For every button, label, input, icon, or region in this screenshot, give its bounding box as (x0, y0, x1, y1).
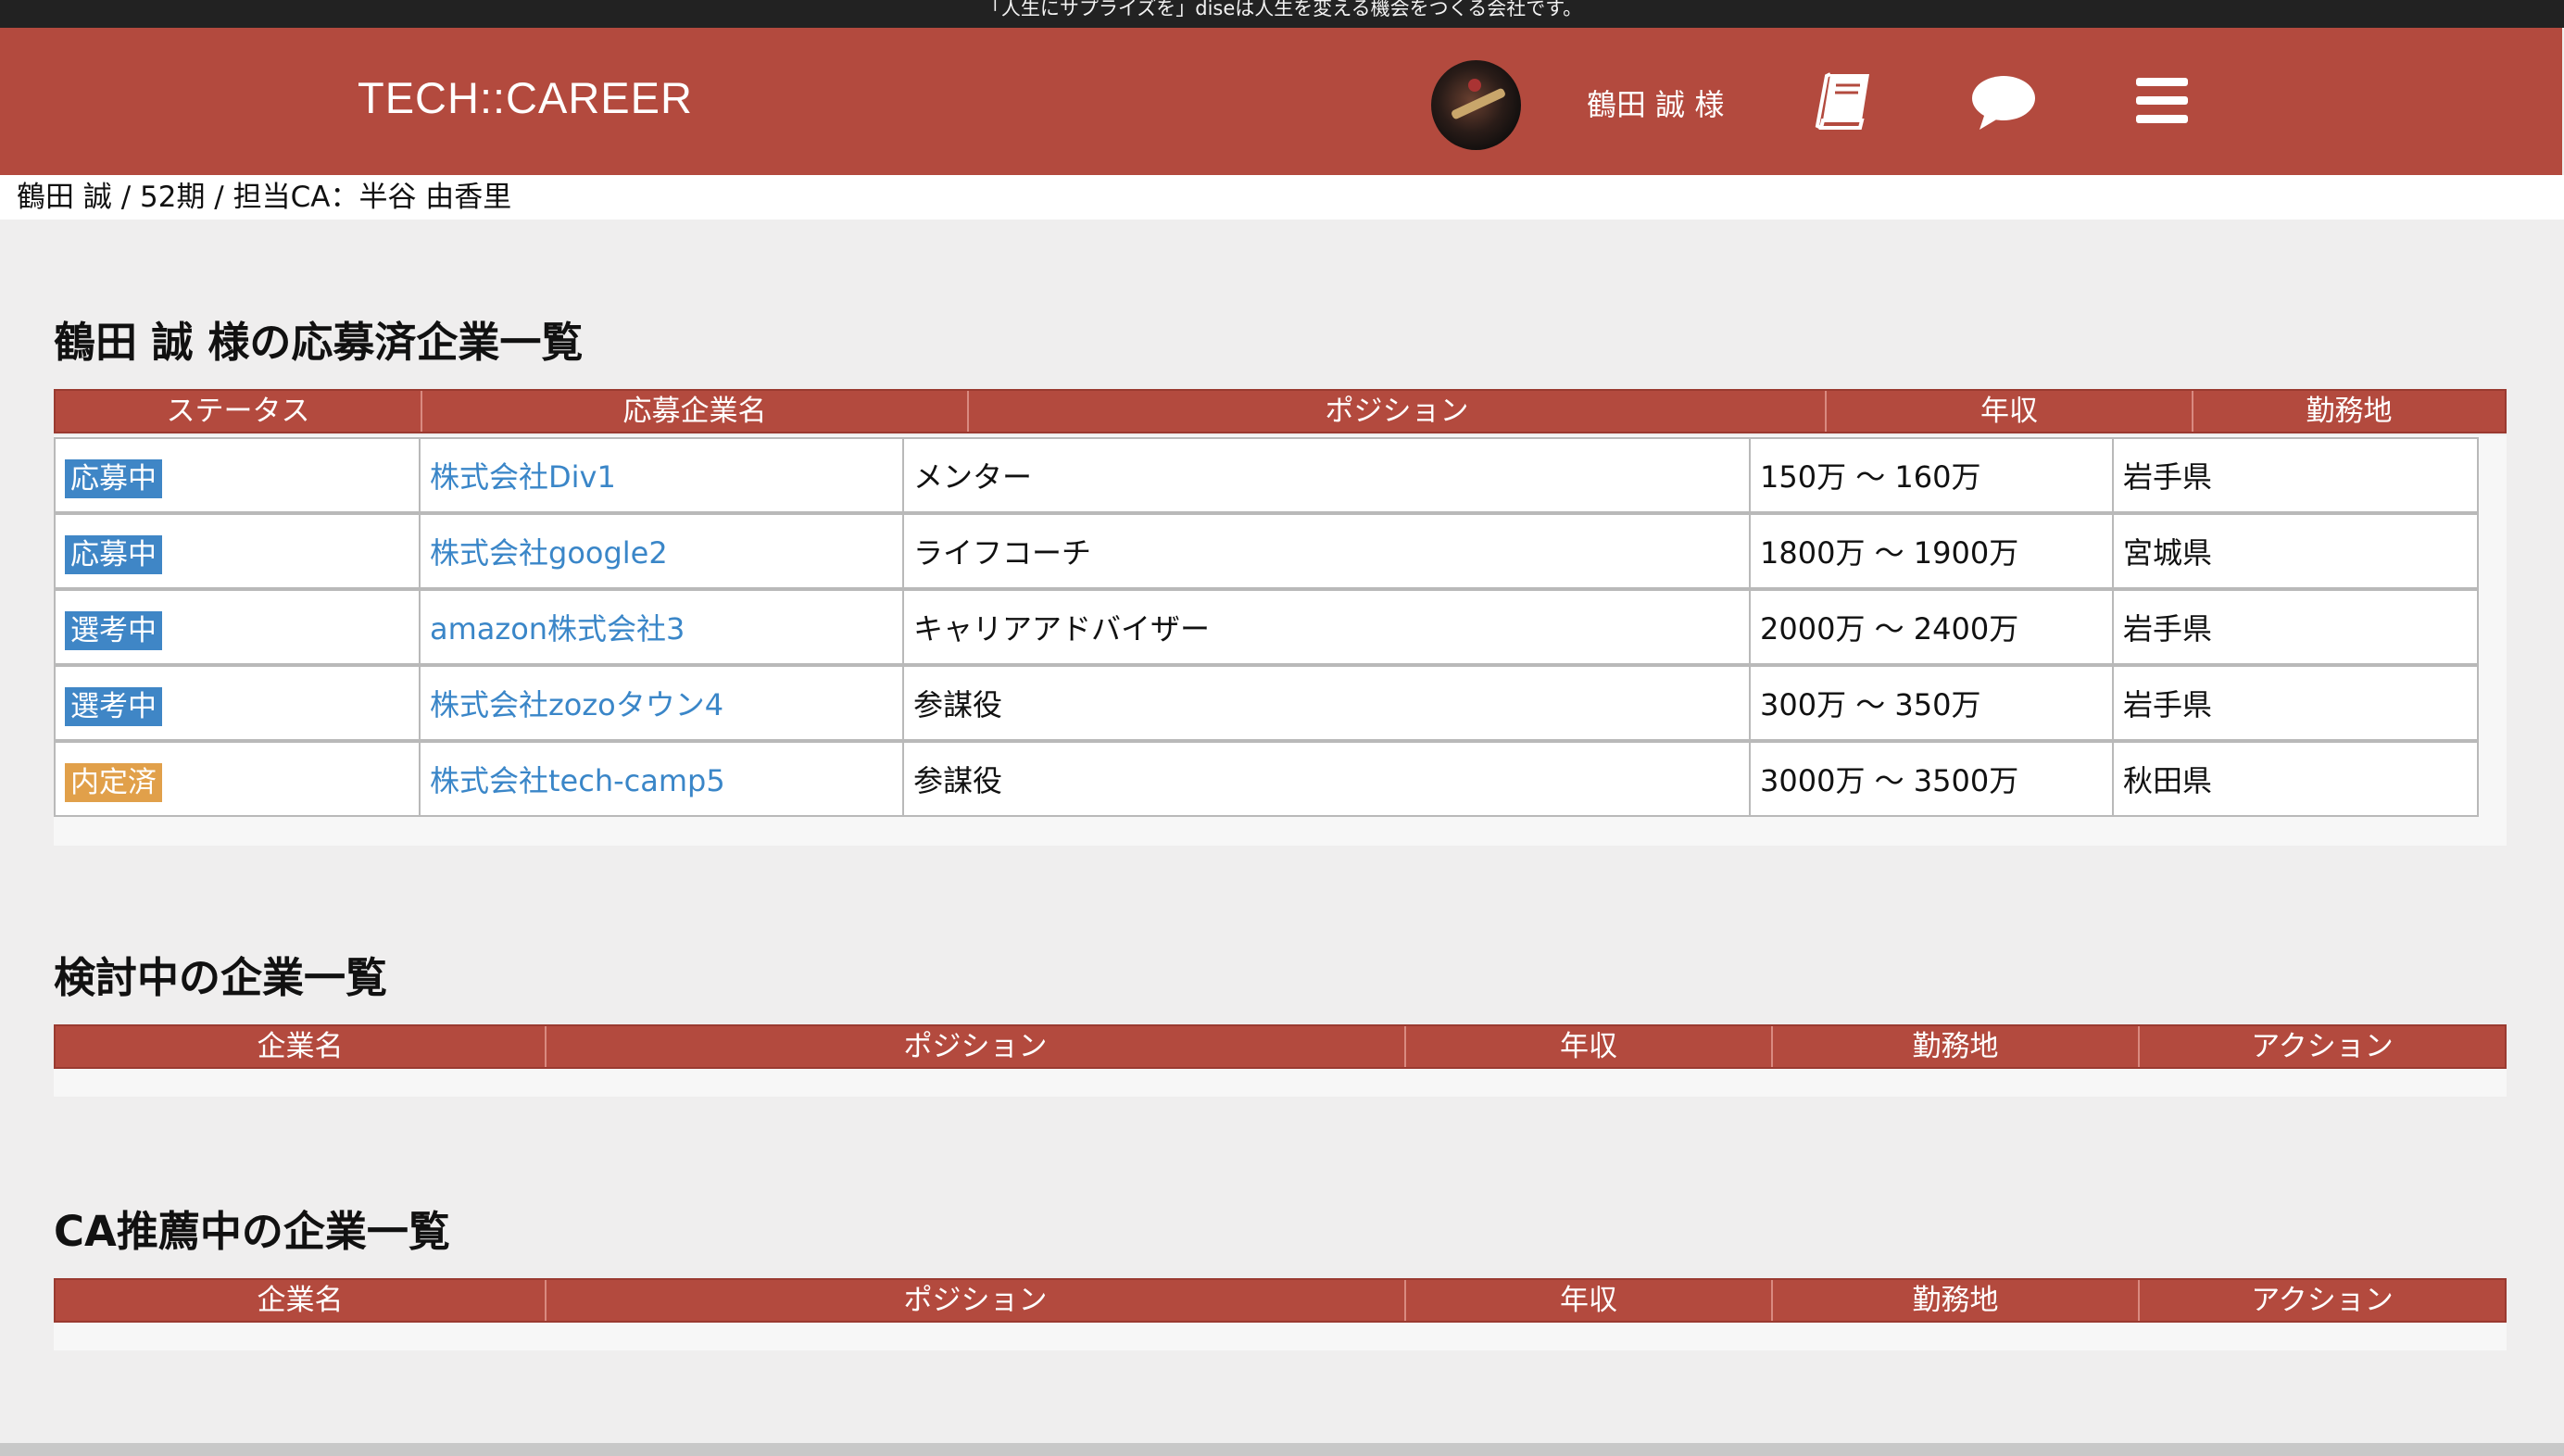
salary-cell: 2000万 〜 2400万 (1749, 589, 2114, 665)
applied-table-header: ステータス 応募企業名 ポジション 年収 勤務地 (54, 389, 2507, 433)
company-cell: 株式会社zozoタウン4 (419, 665, 904, 741)
salary-cell: 3000万 〜 3500万 (1749, 741, 2114, 817)
status-badge: 選考中 (65, 687, 162, 726)
status-badge: 応募中 (65, 459, 162, 498)
column-header-position: ポジション (547, 1026, 1406, 1067)
position-cell: ライフコーチ (902, 513, 1751, 589)
considering-table-body (54, 1069, 2507, 1097)
site-header: TECH::CAREER 鶴田 誠 様 (0, 28, 2562, 175)
company-link[interactable]: 株式会社tech-camp5 (430, 763, 725, 798)
site-logo[interactable]: TECH::CAREER (358, 72, 693, 123)
status-badge: 応募中 (65, 535, 162, 574)
status-cell: 応募中 (54, 513, 421, 589)
table-row: 応募中 株式会社Div1 メンター 150万 〜 160万 岩手県 (54, 437, 2479, 513)
user-info-bar: 鶴田 誠 / 52期 / 担当CA：半谷 由香里 (0, 175, 2564, 220)
table-row: 選考中 株式会社zozoタウン4 参謀役 300万 〜 350万 岩手県 (54, 665, 2479, 741)
company-link[interactable]: amazon株式会社3 (430, 611, 685, 646)
location-cell: 秋田県 (2112, 741, 2479, 817)
location-cell: 岩手県 (2112, 665, 2479, 741)
recommended-section-title: CA推薦中の企業一覧 (54, 1207, 450, 1256)
considering-table-header: 企業名 ポジション 年収 勤務地 アクション (54, 1024, 2507, 1069)
column-header-company: 企業名 (56, 1026, 547, 1067)
status-badge: 選考中 (65, 611, 162, 650)
company-cell: amazon株式会社3 (419, 589, 904, 665)
position-cell: 参謀役 (902, 665, 1751, 741)
column-header-location: 勤務地 (1773, 1026, 2140, 1067)
company-link[interactable]: 株式会社zozoタウン4 (430, 687, 723, 722)
column-header-position: ポジション (547, 1280, 1406, 1321)
column-header-position: ポジション (969, 391, 1827, 432)
column-header-location: 勤務地 (2306, 395, 2393, 428)
column-header-salary: 年収 (1406, 1280, 1773, 1321)
column-header-salary: 年収 (1827, 391, 2193, 432)
table-row: 応募中 株式会社google2 ライフコーチ 1800万 〜 1900万 宮城県 (54, 513, 2479, 589)
applied-section-title: 鶴田 誠 様の応募済企業一覧 (54, 318, 584, 367)
position-cell: 参謀役 (902, 741, 1751, 817)
chat-icon[interactable] (1967, 65, 2041, 139)
salary-cell: 150万 〜 160万 (1749, 437, 2114, 513)
column-header-company: 応募企業名 (422, 391, 969, 432)
company-cell: 株式会社tech-camp5 (419, 741, 904, 817)
location-cell: 岩手県 (2112, 437, 2479, 513)
announcement-text: 「人生にサプライズを」diseは人生を変える機会をつくる会社です。 (981, 0, 1583, 19)
book-icon[interactable] (1808, 65, 1882, 139)
horizontal-scrollbar[interactable] (0, 1443, 2564, 1456)
status-cell: 選考中 (54, 589, 421, 665)
menu-icon[interactable] (2125, 65, 2199, 139)
table-row: 内定済 株式会社tech-camp5 参謀役 3000万 〜 3500万 秋田県 (54, 741, 2479, 817)
column-header-action: アクション (2251, 1284, 2394, 1317)
user-info-text: 鶴田 誠 / 52期 / 担当CA：半谷 由香里 (17, 181, 512, 214)
company-cell: 株式会社Div1 (419, 437, 904, 513)
company-link[interactable]: 株式会社Div1 (430, 459, 616, 495)
salary-cell: 1800万 〜 1900万 (1749, 513, 2114, 589)
company-link[interactable]: 株式会社google2 (430, 535, 668, 571)
status-badge: 内定済 (65, 763, 162, 802)
position-cell: メンター (902, 437, 1751, 513)
salary-cell: 300万 〜 350万 (1749, 665, 2114, 741)
column-header-company: 企業名 (56, 1280, 547, 1321)
table-row: 選考中 amazon株式会社3 キャリアアドバイザー 2000万 〜 2400万… (54, 589, 2479, 665)
column-header-status: ステータス (56, 391, 422, 432)
company-cell: 株式会社google2 (419, 513, 904, 589)
column-header-salary: 年収 (1406, 1026, 1773, 1067)
avatar[interactable] (1431, 60, 1521, 150)
location-cell: 岩手県 (2112, 589, 2479, 665)
user-name[interactable]: 鶴田 誠 様 (1587, 82, 1724, 124)
status-cell: 内定済 (54, 741, 421, 817)
status-cell: 選考中 (54, 665, 421, 741)
column-header-location: 勤務地 (1773, 1280, 2140, 1321)
recommended-table-header: 企業名 ポジション 年収 勤務地 アクション (54, 1278, 2507, 1323)
column-header-action: アクション (2251, 1030, 2394, 1063)
considering-section-title: 検討中の企業一覧 (54, 953, 388, 1002)
recommended-table-body (54, 1323, 2507, 1350)
announcement-bar: 「人生にサプライズを」diseは人生を変える機会をつくる会社です。 (0, 0, 2564, 28)
position-cell: キャリアアドバイザー (902, 589, 1751, 665)
status-cell: 応募中 (54, 437, 421, 513)
location-cell: 宮城県 (2112, 513, 2479, 589)
